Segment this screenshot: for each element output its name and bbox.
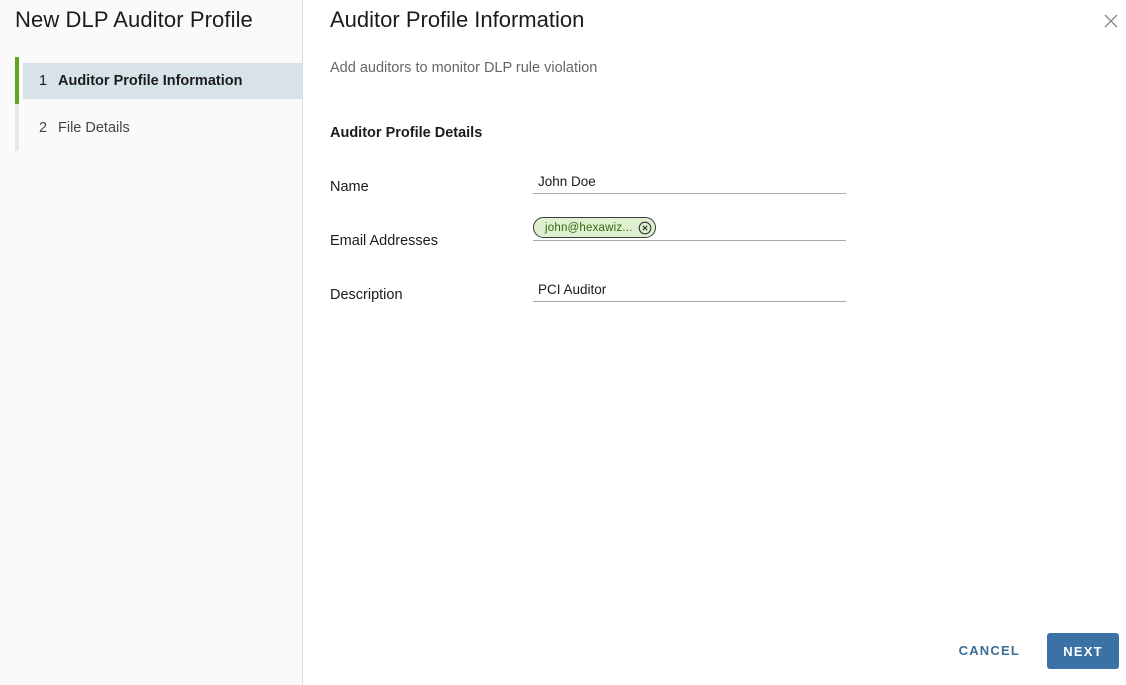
name-label: Name [330,179,369,195]
step-list: 1 Auditor Profile Information 2 File Det… [15,57,302,151]
description-label: Description [330,287,403,303]
step-content: 1 Auditor Profile Information [23,62,302,99]
step-indicator-bar [15,57,19,104]
email-input[interactable]: john@hexawiz... [533,215,846,241]
close-icon [1104,14,1118,28]
email-chip-text: john@hexawiz... [545,221,633,234]
email-chip[interactable]: john@hexawiz... [533,217,656,238]
description-input[interactable] [533,278,846,302]
step-number: 2 [39,119,48,136]
section-title: Auditor Profile Details [330,125,483,141]
page-title: Auditor Profile Information [330,7,585,32]
name-input[interactable] [533,170,846,194]
page-subtitle: Add auditors to monitor DLP rule violati… [330,60,598,76]
next-button[interactable]: NEXT [1047,633,1119,669]
wizard-title: New DLP Auditor Profile [15,7,253,32]
step-content: 2 File Details [23,110,302,146]
email-label: Email Addresses [330,233,438,249]
close-button[interactable] [1098,8,1124,34]
step-label: File Details [58,119,130,136]
remove-circle-icon[interactable] [638,221,652,235]
step-number: 1 [39,72,48,89]
step-auditor-profile-information[interactable]: 1 Auditor Profile Information [15,57,302,104]
wizard-sidebar: New DLP Auditor Profile 1 Auditor Profil… [0,0,303,685]
step-indicator-bar [15,104,19,151]
step-file-details[interactable]: 2 File Details [15,104,302,151]
step-label: Auditor Profile Information [58,72,243,89]
cancel-button[interactable]: CANCEL [951,632,1028,668]
wizard-content: Auditor Profile Information Add auditors… [303,0,1126,685]
wizard-dialog: New DLP Auditor Profile 1 Auditor Profil… [0,0,1126,685]
